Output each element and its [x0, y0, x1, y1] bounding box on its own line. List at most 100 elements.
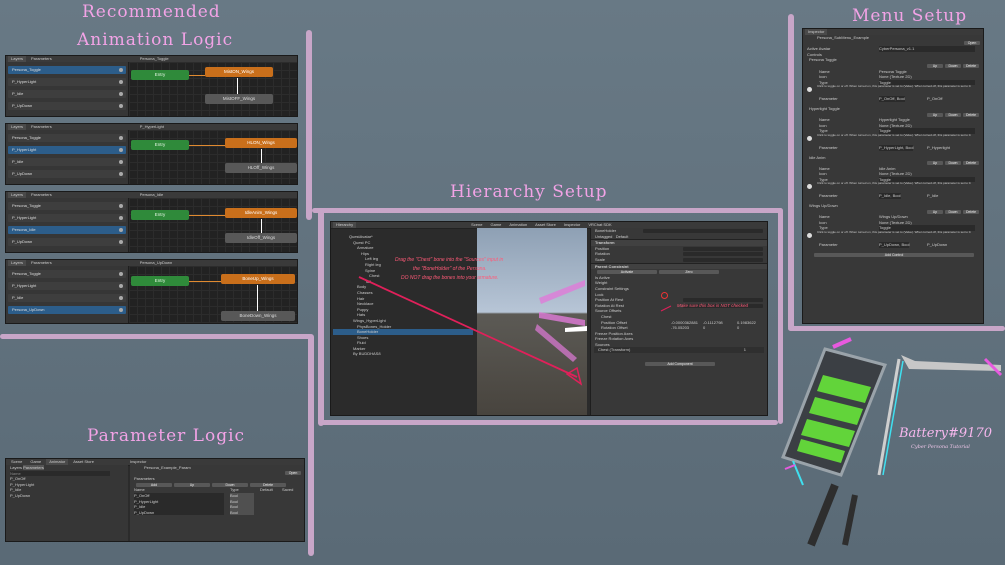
- toggle-icon[interactable]: [119, 240, 123, 244]
- parameter-item[interactable]: P_HyperLight: [8, 282, 126, 290]
- transition-arrow: [261, 149, 262, 163]
- divider-rail: [788, 326, 1005, 331]
- toggle-icon[interactable]: [119, 80, 123, 84]
- toggle-icon[interactable]: [119, 104, 123, 108]
- parameter-list: Persona_Toggle P_HyperLight P_Idle P_UpD…: [6, 62, 129, 116]
- parameter-field-2[interactable]: P_OnOff: [927, 96, 943, 102]
- delete-button[interactable]: Delete: [963, 112, 979, 117]
- parameter-field[interactable]: P_HyperLight, Bool: [879, 144, 914, 151]
- state-graph[interactable]: Entry HLON_Wings HLOff_Wings: [129, 130, 297, 184]
- heading-recommended: Recommended: [82, 2, 221, 22]
- parameter-item[interactable]: Persona_Toggle: [8, 202, 126, 210]
- divider-rail: [318, 208, 324, 426]
- on-state[interactable]: MistON_Wings: [205, 67, 273, 77]
- parameter-item[interactable]: P_Idle: [8, 294, 126, 302]
- off-state[interactable]: HLOff_Wings: [225, 163, 297, 173]
- param-type-select[interactable]: Bool: [230, 509, 254, 516]
- toggle-icon[interactable]: [119, 296, 123, 300]
- parameter-field[interactable]: P_UpDown, Bool: [879, 242, 910, 248]
- up-button[interactable]: Up: [927, 209, 943, 214]
- info-row: Click to toggle on or off. When turned o…: [803, 230, 983, 242]
- parameter-field-2[interactable]: P_Hyperlight: [927, 145, 950, 151]
- parameter-item[interactable]: Persona_UpDown: [8, 306, 126, 314]
- delete-button[interactable]: Delete: [250, 482, 286, 487]
- toggle-icon[interactable]: [119, 228, 123, 232]
- entry-state[interactable]: Entry: [131, 210, 189, 220]
- up-button[interactable]: Up: [927, 161, 943, 166]
- transition-arrow: [189, 281, 221, 282]
- up-button[interactable]: Up: [174, 482, 210, 487]
- toggle-icon[interactable]: [119, 204, 123, 208]
- parameter-item[interactable]: P_HyperLight: [8, 214, 126, 222]
- parameters-tab[interactable]: Parameters: [23, 465, 44, 470]
- heading-animation-logic: Animation Logic: [77, 30, 234, 50]
- on-state[interactable]: IdleAnim_Wings: [225, 208, 297, 218]
- parameter-item[interactable]: Persona_Idle: [8, 226, 126, 234]
- toggle-icon[interactable]: [119, 148, 123, 152]
- parameter-row: Parameter P_Idle, Bool P_Idle: [819, 193, 939, 200]
- layers-tab[interactable]: Layers: [10, 465, 22, 470]
- entry-state[interactable]: Entry: [131, 276, 189, 286]
- on-state[interactable]: BoneUp_Wings: [221, 274, 295, 284]
- down-button[interactable]: Down: [945, 161, 961, 166]
- delete-button[interactable]: Delete: [963, 63, 979, 68]
- param-name-field[interactable]: P_UpDown: [134, 509, 224, 516]
- off-state[interactable]: MistOFF_Wings: [205, 94, 273, 104]
- parameter-field[interactable]: P_Idle, Bool: [879, 193, 901, 200]
- toggle-icon[interactable]: [119, 160, 123, 164]
- toggle-icon[interactable]: [119, 284, 123, 288]
- toggle-icon[interactable]: [119, 216, 123, 220]
- state-graph[interactable]: Entry MistON_Wings MistOFF_Wings: [129, 62, 297, 116]
- parameter-field-2[interactable]: P_UpDown: [927, 242, 947, 248]
- state-graph[interactable]: Entry BoneUp_Wings BoneDown_Wings: [129, 266, 297, 323]
- delete-button[interactable]: Delete: [963, 161, 979, 166]
- parameter-item[interactable]: P_Idle: [8, 90, 126, 98]
- parameter-item[interactable]: P_Idle: [8, 158, 126, 166]
- parameter-item[interactable]: P_UpDown: [8, 170, 126, 178]
- toggle-icon[interactable]: [119, 68, 123, 72]
- entry-state[interactable]: Entry: [131, 70, 189, 80]
- parameter-item[interactable]: Persona_Toggle: [8, 66, 126, 74]
- divider-rail: [306, 30, 312, 220]
- control-block: Wings Up/Down Up Down Delete Name Wings Up/…: [803, 203, 983, 248]
- transition-arrow: [261, 219, 262, 233]
- toggle-icon[interactable]: [119, 136, 123, 140]
- param-list-item[interactable]: P_UpDown: [6, 493, 128, 499]
- parameter-item[interactable]: Persona_Toggle: [8, 270, 126, 278]
- on-state[interactable]: HLON_Wings: [225, 138, 297, 148]
- asset-name: Persona_Example_Param: [144, 465, 191, 470]
- add-control-button[interactable]: Add Control: [814, 252, 974, 257]
- parameter-item[interactable]: P_UpDown: [8, 102, 126, 110]
- down-button[interactable]: Down: [212, 482, 248, 487]
- state-graph[interactable]: Entry IdleAnim_Wings IdleOff_Wings: [129, 198, 297, 252]
- divider-rail: [318, 420, 778, 425]
- toggle-icon[interactable]: [119, 272, 123, 276]
- parameter-item[interactable]: P_HyperLight: [8, 146, 126, 154]
- down-button[interactable]: Down: [945, 112, 961, 117]
- delete-button[interactable]: Delete: [963, 209, 979, 214]
- parameter-item[interactable]: P_HyperLight: [8, 78, 126, 86]
- parameter-list: Persona_Toggle P_HyperLight Persona_Idle…: [6, 198, 129, 252]
- add-button[interactable]: Add: [136, 482, 172, 487]
- up-button[interactable]: Up: [927, 63, 943, 68]
- info-icon: [807, 87, 812, 93]
- entry-state[interactable]: Entry: [131, 140, 189, 150]
- down-button[interactable]: Down: [945, 63, 961, 68]
- transition-arrow: [237, 78, 238, 94]
- parameter-item[interactable]: Persona_Toggle: [8, 134, 126, 142]
- info-icon: [807, 233, 812, 239]
- up-button[interactable]: Up: [927, 112, 943, 117]
- off-state[interactable]: IdleOff_Wings: [225, 233, 297, 243]
- toggle-icon[interactable]: [119, 308, 123, 312]
- parameter-field-2[interactable]: P_Idle: [927, 193, 938, 199]
- heading-parameter: Parameter Logic: [87, 426, 246, 446]
- off-state[interactable]: BoneDown_Wings: [221, 311, 295, 321]
- divider-rail: [788, 14, 794, 330]
- param-row: P_UpDown Bool: [130, 509, 304, 516]
- down-button[interactable]: Down: [945, 209, 961, 214]
- toggle-icon[interactable]: [119, 172, 123, 176]
- divider-rail: [308, 334, 314, 556]
- parameter-item[interactable]: P_UpDown: [8, 238, 126, 246]
- parameter-field[interactable]: P_OnOff, Bool: [879, 96, 905, 102]
- toggle-icon[interactable]: [119, 92, 123, 96]
